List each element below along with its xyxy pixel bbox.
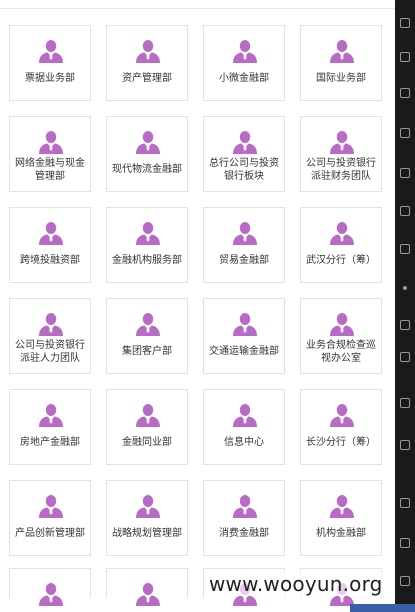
department-card[interactable]: 总行公司与投资银行板块: [203, 116, 285, 192]
person-avatar-icon: [329, 221, 355, 245]
toolbar-icon[interactable]: [400, 168, 410, 178]
toolbar-icon[interactable]: [400, 440, 410, 450]
department-card[interactable]: 交通运输金融部: [203, 298, 285, 374]
person-avatar-icon: [232, 494, 258, 518]
department-card[interactable]: 战略规划管理部: [106, 480, 188, 556]
person-avatar-icon: [232, 39, 258, 63]
department-card[interactable]: 集团客户部: [106, 298, 188, 374]
toolbar-icon[interactable]: [400, 128, 410, 138]
department-card-partial[interactable]: [106, 568, 188, 606]
person-avatar-icon: [329, 39, 355, 63]
department-card[interactable]: 现代物流金融部: [106, 116, 188, 192]
person-avatar-icon: [329, 403, 355, 427]
top-border: [0, 0, 395, 9]
person-avatar-icon: [135, 221, 161, 245]
person-avatar-icon: [38, 494, 64, 518]
toolbar-icon[interactable]: [400, 320, 410, 330]
department-label: 战略规划管理部: [112, 528, 182, 539]
person-avatar-icon: [38, 312, 64, 336]
person-avatar-icon: [135, 312, 161, 336]
toolbar-icon[interactable]: [400, 88, 410, 98]
department-card[interactable]: 业务合规检查巡视办公室: [300, 298, 382, 374]
toolbar-icon[interactable]: [400, 244, 410, 254]
department-label: 现代物流金融部: [112, 164, 182, 175]
person-avatar-icon: [38, 130, 64, 154]
department-label: 网络金融与现金管理部: [15, 158, 85, 182]
person-avatar-icon: [329, 312, 355, 336]
department-label: 票据业务部: [25, 73, 75, 84]
department-card[interactable]: 票据业务部: [9, 25, 91, 101]
person-avatar-icon: [329, 494, 355, 518]
department-label: 公司与投资银行派驻财务团队: [306, 158, 376, 182]
toolbar-icon[interactable]: [400, 576, 410, 586]
department-card[interactable]: 小微金融部: [203, 25, 285, 101]
department-card[interactable]: 房地产金融部: [9, 389, 91, 465]
department-card[interactable]: 信息中心: [203, 389, 285, 465]
department-label: 小微金融部: [219, 73, 269, 84]
person-avatar-icon: [38, 403, 64, 427]
toolbar-icon[interactable]: [400, 206, 410, 216]
department-label: 产品创新管理部: [15, 528, 85, 539]
toolbar-dot-icon: [403, 286, 407, 290]
department-label: 集团客户部: [122, 346, 172, 357]
department-label: 金融机构服务部: [112, 255, 182, 266]
department-label: 跨境投融资部: [20, 255, 80, 266]
toolbar-icon[interactable]: [400, 52, 410, 62]
department-grid: 票据业务部 资产管理部 小微金融部 国际业务部网络金融与现金管理部 现代物流金融部 总行公…: [9, 25, 382, 556]
person-avatar-icon: [135, 403, 161, 427]
department-card[interactable]: 产品创新管理部: [9, 480, 91, 556]
department-card[interactable]: 金融机构服务部: [106, 207, 188, 283]
department-label: 信息中心: [224, 437, 264, 448]
department-label: 贸易金融部: [219, 255, 269, 266]
department-label: 机构金融部: [316, 528, 366, 539]
department-card[interactable]: 网络金融与现金管理部: [9, 116, 91, 192]
person-avatar-icon: [232, 130, 258, 154]
department-label: 武汉分行（筹）: [306, 255, 376, 266]
person-avatar-icon: [135, 39, 161, 63]
department-card[interactable]: 资产管理部: [106, 25, 188, 101]
department-card[interactable]: 金融同业部: [106, 389, 188, 465]
side-toolbar: [395, 0, 415, 612]
department-label: 总行公司与投资银行板块: [209, 158, 279, 182]
toolbar-icon[interactable]: [400, 398, 410, 408]
department-card[interactable]: 机构金融部: [300, 480, 382, 556]
department-label: 资产管理部: [122, 73, 172, 84]
department-label: 消费金融部: [219, 528, 269, 539]
department-label: 房地产金融部: [20, 437, 80, 448]
person-avatar-icon: [135, 494, 161, 518]
person-avatar-icon: [329, 130, 355, 154]
department-label: 国际业务部: [316, 73, 366, 84]
person-avatar-icon: [232, 403, 258, 427]
person-avatar-icon: [38, 221, 64, 245]
toolbar-icon[interactable]: [400, 18, 410, 28]
department-label: 金融同业部: [122, 437, 172, 448]
department-card[interactable]: 长沙分行（筹）: [300, 389, 382, 465]
department-card[interactable]: 公司与投资银行派驻人力团队: [9, 298, 91, 374]
person-avatar-icon: [135, 582, 161, 606]
department-label: 长沙分行（筹）: [306, 437, 376, 448]
department-label: 业务合规检查巡视办公室: [306, 340, 376, 364]
person-avatar-icon: [38, 39, 64, 63]
department-card[interactable]: 国际业务部: [300, 25, 382, 101]
department-card[interactable]: 跨境投融资部: [9, 207, 91, 283]
toolbar-icon[interactable]: [400, 538, 410, 548]
watermark: www.wooyun.org: [207, 572, 385, 596]
bottom-taskbar-fragment: [350, 604, 415, 612]
toolbar-icon[interactable]: [400, 498, 410, 508]
department-directory-page: 票据业务部 资产管理部 小微金融部 国际业务部网络金融与现金管理部 现代物流金融部 总行公…: [0, 0, 395, 612]
person-avatar-icon: [232, 221, 258, 245]
department-card[interactable]: 公司与投资银行派驻财务团队: [300, 116, 382, 192]
department-card-partial[interactable]: [9, 568, 91, 606]
department-card[interactable]: 贸易金融部: [203, 207, 285, 283]
person-avatar-icon: [135, 130, 161, 154]
department-card[interactable]: 武汉分行（筹）: [300, 207, 382, 283]
department-card[interactable]: 消费金融部: [203, 480, 285, 556]
person-avatar-icon: [38, 582, 64, 606]
department-label: 公司与投资银行派驻人力团队: [15, 340, 85, 364]
department-label: 交通运输金融部: [209, 346, 279, 357]
toolbar-icon[interactable]: [400, 352, 410, 362]
person-avatar-icon: [232, 312, 258, 336]
